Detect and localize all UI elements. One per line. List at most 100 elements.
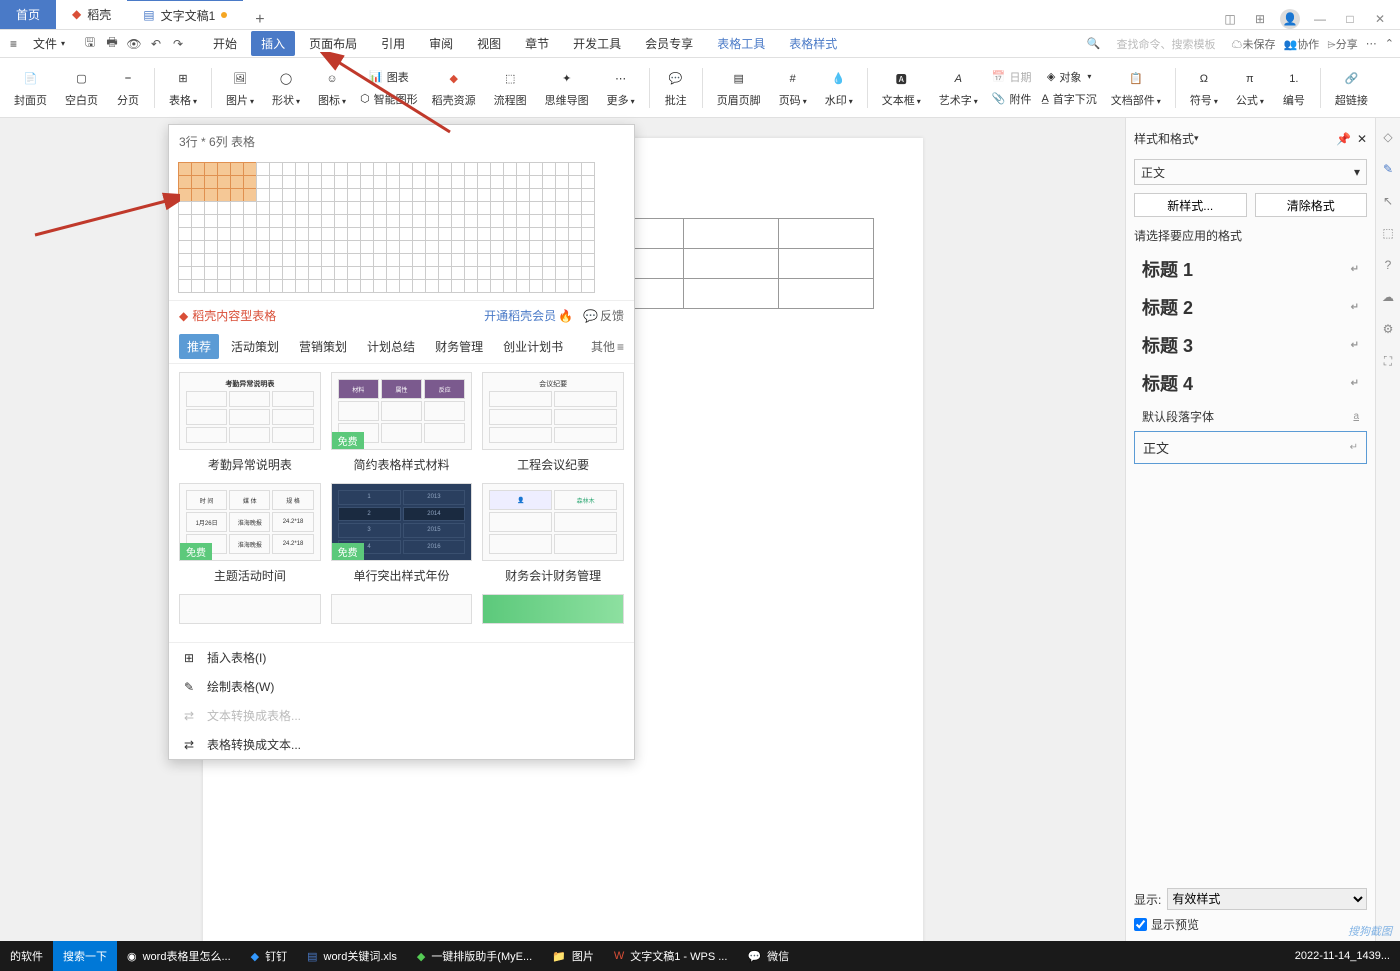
grid-icon[interactable]: ⊞	[1250, 9, 1270, 29]
grid-cell[interactable]	[399, 214, 413, 228]
grid-cell[interactable]	[581, 214, 595, 228]
grid-cell[interactable]	[503, 240, 517, 254]
grid-cell[interactable]	[191, 214, 205, 228]
grid-cell[interactable]	[269, 214, 283, 228]
grid-cell[interactable]	[334, 266, 348, 280]
grid-cell[interactable]	[503, 266, 517, 280]
tab-reference[interactable]: 引用	[371, 31, 415, 56]
grid-cell[interactable]	[321, 253, 335, 267]
hyperlink-button[interactable]: 🔗超链接	[1327, 66, 1376, 110]
grid-cell[interactable]	[425, 188, 439, 202]
grid-cell[interactable]	[464, 279, 478, 293]
grid-cell[interactable]	[581, 188, 595, 202]
docpart-button[interactable]: 📋文档部件▾	[1103, 66, 1169, 110]
grid-cell[interactable]	[334, 253, 348, 267]
tab-pagelayout[interactable]: 页面布局	[299, 31, 367, 56]
grid-cell[interactable]	[308, 266, 322, 280]
file-menu[interactable]: 文件▾	[25, 35, 73, 52]
grid-cell[interactable]	[230, 188, 244, 202]
grid-cell[interactable]	[516, 175, 530, 189]
template-item[interactable]	[482, 594, 624, 624]
grid-cell[interactable]	[555, 175, 569, 189]
grid-cell[interactable]	[464, 227, 478, 241]
tab-section[interactable]: 章节	[515, 31, 559, 56]
grid-cell[interactable]	[243, 279, 257, 293]
grid-cell[interactable]	[230, 162, 244, 176]
grid-cell[interactable]	[178, 279, 192, 293]
grid-cell[interactable]	[516, 162, 530, 176]
tmpl-tab-activity[interactable]: 活动策划	[223, 334, 287, 359]
grid-cell[interactable]	[178, 227, 192, 241]
grid-cell[interactable]	[464, 201, 478, 215]
grid-cell[interactable]	[399, 227, 413, 241]
header-footer-button[interactable]: ▤页眉页脚	[709, 66, 769, 110]
tmpl-tab-marketing[interactable]: 营销策划	[291, 334, 355, 359]
save-icon[interactable]: 🖫	[81, 35, 99, 53]
grid-cell[interactable]	[503, 201, 517, 215]
template-item[interactable]: 材料属性反应免费 简约表格样式材料	[331, 372, 473, 473]
cover-page-button[interactable]: 📄封面页	[6, 66, 55, 110]
grid-cell[interactable]	[204, 162, 218, 176]
grid-cell[interactable]	[308, 175, 322, 189]
template-item[interactable]: 👤森林木 财务会计财务管理	[482, 483, 624, 584]
grid-cell[interactable]	[373, 214, 387, 228]
grid-cell[interactable]	[230, 266, 244, 280]
grid-cell[interactable]	[477, 162, 491, 176]
expand-icon[interactable]: ⛶	[1379, 352, 1397, 370]
grid-cell[interactable]	[256, 175, 270, 189]
grid-cell[interactable]	[347, 266, 361, 280]
grid-cell[interactable]	[269, 201, 283, 215]
grid-cell[interactable]	[581, 240, 595, 254]
style-body[interactable]: 正文↵	[1134, 431, 1367, 464]
grid-cell[interactable]	[438, 227, 452, 241]
search-command-input[interactable]: 查找命令、搜索模板	[1108, 36, 1223, 52]
grid-cell[interactable]	[269, 253, 283, 267]
grid-cell[interactable]	[295, 253, 309, 267]
grid-cell[interactable]	[347, 201, 361, 215]
grid-cell[interactable]	[191, 227, 205, 241]
cursor-icon[interactable]: ↖	[1379, 192, 1397, 210]
grid-cell[interactable]	[464, 266, 478, 280]
more-button[interactable]: ⋯更多▾	[599, 66, 643, 110]
grid-cell[interactable]	[412, 188, 426, 202]
grid-cell[interactable]	[386, 253, 400, 267]
grid-cell[interactable]	[191, 175, 205, 189]
grid-cell[interactable]	[529, 266, 543, 280]
grid-cell[interactable]	[334, 162, 348, 176]
grid-cell[interactable]	[269, 188, 283, 202]
grid-cell[interactable]	[230, 214, 244, 228]
grid-cell[interactable]	[555, 227, 569, 241]
grid-cell[interactable]	[490, 227, 504, 241]
grid-cell[interactable]	[269, 266, 283, 280]
comment-button[interactable]: 💬批注	[656, 66, 696, 110]
picture-button[interactable]: 🖼图片▾	[218, 66, 262, 110]
grid-cell[interactable]	[243, 227, 257, 241]
grid-cell[interactable]	[308, 188, 322, 202]
grid-cell[interactable]	[360, 214, 374, 228]
grid-cell[interactable]	[178, 188, 192, 202]
grid-cell[interactable]	[581, 266, 595, 280]
grid-cell[interactable]	[542, 162, 556, 176]
grid-cell[interactable]	[503, 279, 517, 293]
grid-cell[interactable]	[503, 214, 517, 228]
grid-cell[interactable]	[542, 227, 556, 241]
taskbar-chrome[interactable]: ◉word表格里怎么...	[117, 941, 241, 971]
grid-cell[interactable]	[230, 253, 244, 267]
grid-cell[interactable]	[568, 279, 582, 293]
grid-cell[interactable]	[373, 162, 387, 176]
collapse-ribbon-icon[interactable]: ⌃	[1385, 37, 1394, 50]
grid-cell[interactable]	[438, 188, 452, 202]
grid-cell[interactable]	[178, 162, 192, 176]
grid-cell[interactable]	[425, 175, 439, 189]
maximize-button[interactable]: □	[1340, 9, 1360, 29]
grid-cell[interactable]	[477, 201, 491, 215]
layout-icon[interactable]: ◫	[1220, 9, 1240, 29]
grid-cell[interactable]	[321, 175, 335, 189]
grid-cell[interactable]	[438, 253, 452, 267]
grid-cell[interactable]	[308, 253, 322, 267]
grid-cell[interactable]	[191, 266, 205, 280]
grid-cell[interactable]	[191, 162, 205, 176]
object-button[interactable]: ◈对象▾	[1037, 67, 1100, 87]
grid-cell[interactable]	[360, 188, 374, 202]
date-button[interactable]: 📅日期	[988, 67, 1036, 87]
